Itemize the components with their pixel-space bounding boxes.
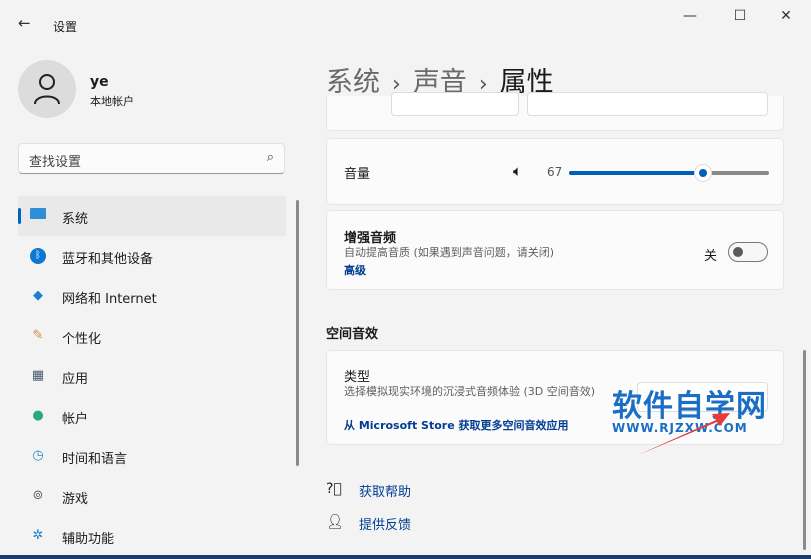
store-link[interactable]: 从 Microsoft Store 获取更多空间音效应用 [344,417,568,433]
spatial-type-desc: 选择模拟现实环境的沉浸式音频体验 (3D 空间音效) [344,385,596,398]
sidebar-item-accounts[interactable]: ● 帐户 [18,396,286,436]
sidebar-item-label: 帐户 [62,412,89,427]
help-icon: ?⃝ [326,481,342,497]
globe-clock-icon: ◷ [32,448,44,463]
sidebar-item-label: 系统 [62,212,89,227]
spatial-type-dropdown[interactable] [637,382,768,412]
person-icon: ● [32,408,44,423]
sidebar-item-time-language[interactable]: ◷ 时间和语言 [18,436,286,476]
enhance-audio-desc: 自动提高音质 (如果遇到声音问题，请关闭) [344,246,555,259]
wifi-icon: ◆ [33,288,43,303]
search-input[interactable]: 查找设置 ⌕ [18,143,285,174]
feedback-icon: 👤︎ [326,514,344,530]
sidebar-item-personalization[interactable]: ✎ 个性化 [18,316,286,356]
sidebar-item-label: 网络和 Internet [62,292,157,307]
volume-value: 67 [547,165,563,179]
feedback-label: 提供反馈 [359,518,412,533]
volume-slider-fill [569,171,703,175]
sidebar-item-label: 辅助功能 [62,532,115,547]
sidebar-item-network[interactable]: ◆ 网络和 Internet [18,276,286,316]
section-heading: 空间音效 [326,327,379,342]
format-dropdown[interactable] [391,92,519,116]
sidebar-item-label: 蓝牙和其他设备 [62,252,154,267]
breadcrumb-system[interactable]: 系统 [326,67,380,98]
maximize-button[interactable]: ☐ [717,8,763,30]
account-type: 本地帐户 [90,95,134,108]
apps-icon: ▦ [31,368,45,383]
format-card [326,92,784,131]
sidebar-item-label: 游戏 [62,492,89,507]
close-button[interactable]: ✕ [763,8,809,30]
toggle-state-label: 关 [703,249,717,264]
content-scrollbar[interactable] [803,350,806,550]
volume-label: 音量 [344,167,371,182]
app-title: 设置 [53,20,78,34]
accessibility-icon: ✲ [32,528,44,543]
minimize-button[interactable]: — [667,8,713,30]
speaker-icon[interactable]: 🔈︎ [513,162,522,180]
monitor-icon [30,208,46,224]
format-test-button[interactable] [527,92,768,116]
brush-icon: ✎ [32,328,44,343]
volume-card: 音量 🔈︎ 67 [326,138,784,205]
user-name: ye [90,74,109,90]
sidebar-item-label: 时间和语言 [62,452,128,467]
enhance-audio-title: 增强音频 [344,231,397,246]
advanced-link[interactable]: 高级 [344,262,366,278]
title-bar: ← 设置 — ☐ ✕ [0,0,811,40]
sidebar-nav: 系统 ᛒ 蓝牙和其他设备 ◆ 网络和 Internet ✎ 个性化 ▦ 应用 ● 帐户 ◷… [18,196,286,555]
back-button[interactable]: ← [18,14,31,32]
spatial-type-title: 类型 [344,370,371,385]
volume-slider-thumb[interactable] [694,164,712,182]
search-icon: ⌕ [266,150,274,165]
volume-slider[interactable] [569,164,769,182]
sidebar-item-label: 个性化 [62,332,102,347]
sidebar-item-bluetooth[interactable]: ᛒ 蓝牙和其他设备 [18,236,286,276]
get-help-label: 获取帮助 [359,485,412,500]
sidebar-scrollbar[interactable] [296,200,299,466]
enhance-audio-card: 增强音频 自动提高音质 (如果遇到声音问题，请关闭) 高级 关 [326,210,784,290]
settings-window: ← 设置 — ☐ ✕ ye 本地帐户 查找设置 ⌕ 系统 ᛒ 蓝牙和其他设备 ◆ 网… [0,0,811,555]
avatar [18,60,76,118]
red-arrow-icon [638,413,730,455]
sidebar-item-accessibility[interactable]: ✲ 辅助功能 [18,516,286,555]
sidebar-item-label: 应用 [62,372,89,387]
sidebar-item-apps[interactable]: ▦ 应用 [18,356,286,396]
person-icon [34,74,60,105]
bluetooth-icon: ᛒ [30,248,46,264]
sidebar-item-gaming[interactable]: ⊚ 游戏 [18,476,286,516]
search-placeholder: 查找设置 [29,155,82,170]
gamepad-icon: ⊚ [32,488,44,503]
sidebar-item-system[interactable]: 系统 [18,196,286,236]
enhance-audio-toggle[interactable] [728,242,768,262]
